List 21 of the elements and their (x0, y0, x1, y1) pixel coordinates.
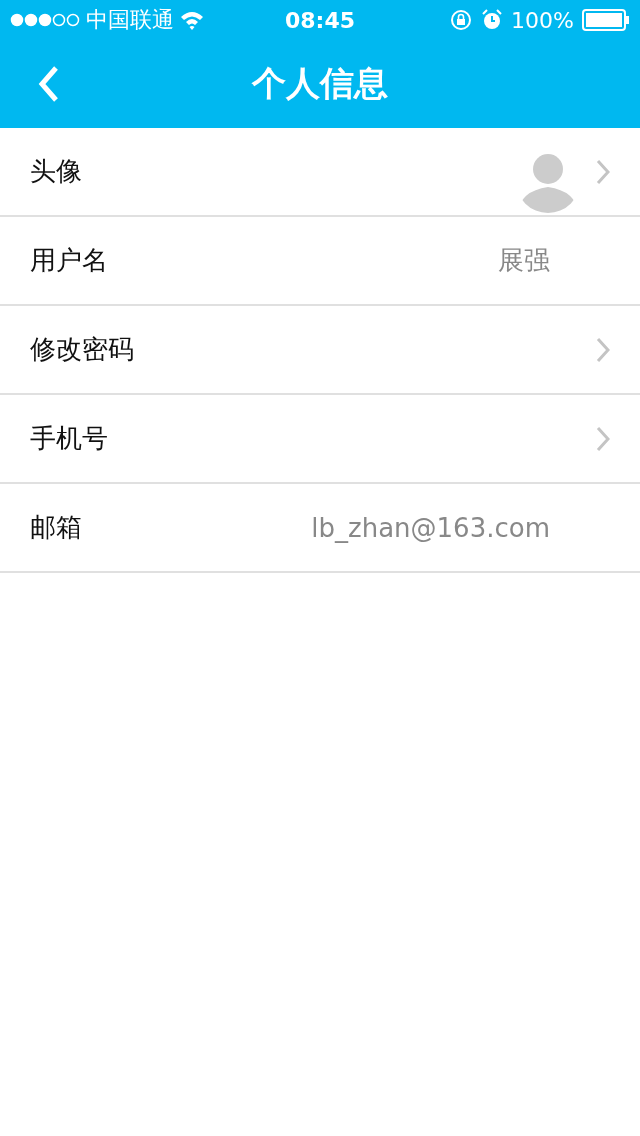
list-item[interactable]: 手机号 (0, 395, 640, 484)
row-label: 头像 (30, 155, 83, 188)
list-item[interactable]: 头像 (0, 128, 640, 217)
row-value: lb_zhan@163.com (311, 512, 550, 543)
row-label: 修改密码 (30, 333, 135, 366)
list-item[interactable]: 修改密码 (0, 306, 640, 395)
signal-icon (10, 13, 80, 27)
wifi-icon (180, 10, 204, 30)
battery-icon (582, 9, 630, 31)
row-label: 邮箱 (30, 511, 83, 544)
row-label: 手机号 (30, 422, 109, 455)
list-item[interactable]: 用户名 展强 (0, 217, 640, 306)
carrier-name: 中国联通 (86, 6, 174, 34)
row-label: 用户名 (30, 244, 109, 277)
status-time: 08:45 (285, 7, 355, 33)
page-title: 个人信息 (252, 62, 388, 105)
rotation-lock-icon (449, 8, 474, 32)
battery-percent: 100% (511, 7, 574, 33)
list-item[interactable]: 邮箱 lb_zhan@163.com (0, 484, 640, 573)
alarm-icon (481, 9, 504, 31)
row-value: 展强 (498, 244, 550, 277)
